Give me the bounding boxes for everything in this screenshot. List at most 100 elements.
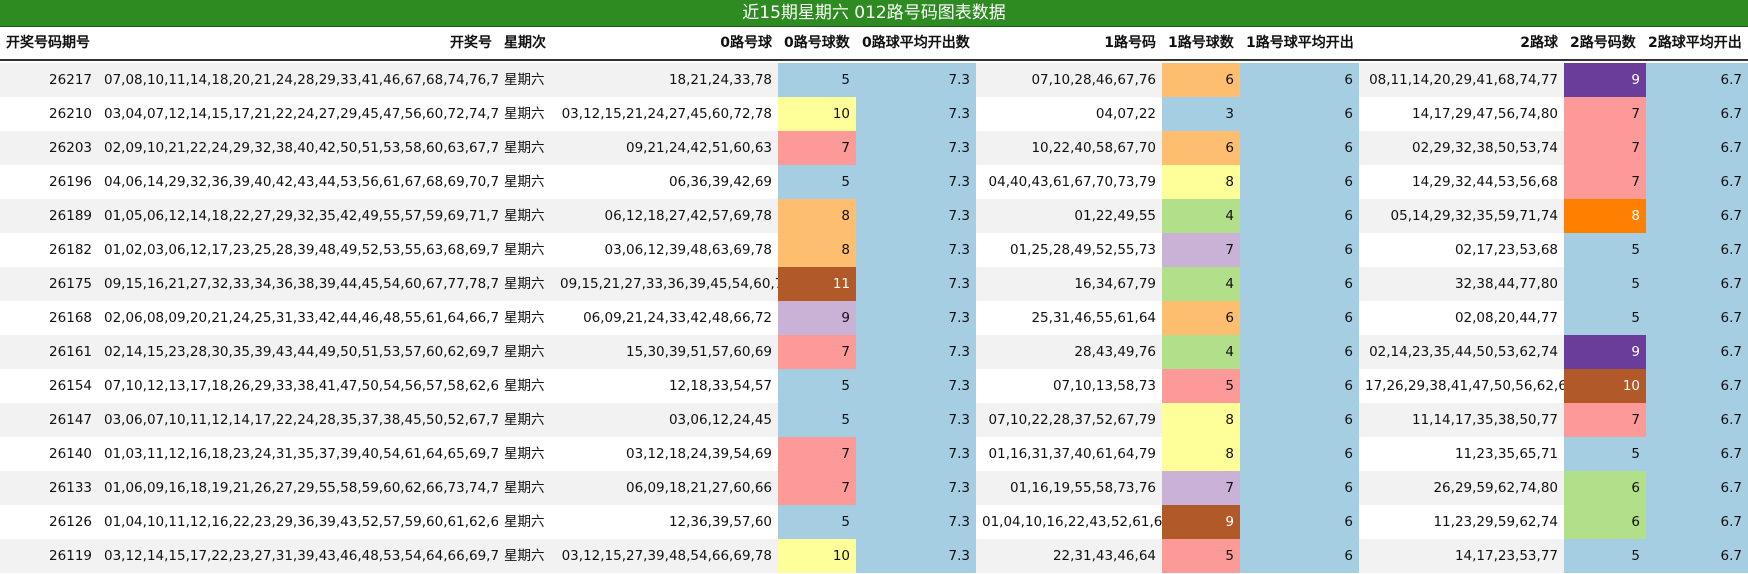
table-row[interactable]: 26161 02,14,15,23,28,30,35,39,43,44,49,50… [0,335,1748,369]
cell-route0-numbers: 15,30,39,51,57,60,69 [626,344,772,360]
cell-weekday: 星期六 [504,344,545,360]
cell-route2-count: 7 [1564,165,1646,199]
table-row[interactable]: 26182 01,02,03,06,12,17,23,25,28,39,48,49… [0,233,1748,267]
cell-route0-count: 5 [778,369,856,403]
cell-route2-avg: 6.7 [1646,301,1748,335]
cell-route2-numbers: 14,17,29,47,56,74,80 [1412,106,1558,122]
header-route0-count[interactable]: 0路号球数 [778,27,856,59]
cell-weekday: 星期六 [504,378,545,394]
cell-route0-avg: 7.3 [856,165,976,199]
cell-route2-count: 5 [1564,539,1646,573]
cell-route1-count: 5 [1162,369,1240,403]
cell-route0-avg: 7.3 [856,471,976,505]
cell-route1-numbers: 01,25,28,49,52,55,73 [1010,242,1156,258]
cell-route2-numbers: 02,14,23,35,44,50,53,62,74 [1369,344,1558,360]
cell-route1-count: 7 [1162,471,1240,505]
cell-period: 26168 [49,310,92,326]
cell-route0-avg: 7.3 [856,505,976,539]
header-route2-numbers[interactable]: 2路球 [1359,27,1564,59]
cell-weekday: 星期六 [504,242,545,258]
table-row[interactable]: 26189 01,05,06,12,14,18,22,27,29,32,35,42… [0,199,1748,233]
table-row[interactable]: 26154 07,10,12,13,17,18,26,29,33,38,41,47… [0,369,1748,403]
table-row[interactable]: 26196 04,06,14,29,32,36,39,40,42,43,44,53… [0,165,1748,199]
cell-route0-numbers: 12,36,39,57,60 [668,514,772,530]
cell-route0-count: 7 [778,471,856,505]
cell-route2-count: 9 [1564,335,1646,369]
cell-numbers: 03,04,07,12,14,15,17,21,22,24,27,29,45,4… [104,106,498,122]
header-route0-numbers[interactable]: 0路号球 [554,27,778,59]
cell-route1-avg: 6 [1240,97,1359,131]
cell-route1-count: 6 [1162,63,1240,97]
cell-route0-numbers: 09,15,21,27,33,36,39,45,54,60,78 [560,276,778,292]
header-route1-avg[interactable]: 1路号球平均开出 [1240,27,1359,59]
table-row[interactable]: 26147 03,06,07,10,11,12,14,17,22,24,28,35… [0,403,1748,437]
cell-route0-numbers: 03,06,12,39,48,63,69,78 [604,242,772,258]
cell-route1-numbers: 07,10,22,28,37,52,67,79 [988,412,1156,428]
header-route1-count[interactable]: 1路号球数 [1162,27,1240,59]
cell-weekday: 星期六 [504,140,545,156]
cell-route2-numbers: 05,14,29,32,35,59,71,74 [1390,208,1558,224]
cell-route0-avg: 7.3 [856,97,976,131]
cell-period: 26210 [49,106,92,122]
cell-period: 26175 [49,276,92,292]
table-row[interactable]: 26133 01,06,09,16,18,19,21,26,27,29,55,58… [0,471,1748,505]
cell-route0-numbers: 18,21,24,33,78 [668,72,772,88]
cell-weekday: 星期六 [504,106,545,122]
table-row[interactable]: 26140 01,03,11,12,16,18,23,24,31,35,37,39… [0,437,1748,471]
cell-route2-numbers: 11,23,35,65,71 [1454,446,1558,462]
page-title: 近15期星期六 012路号码图表数据 [0,0,1748,27]
cell-route1-count: 6 [1162,131,1240,165]
cell-route2-avg: 6.7 [1646,369,1748,403]
header-numbers[interactable]: 开奖号 [98,27,498,59]
cell-route2-numbers: 02,29,32,38,50,53,74 [1412,140,1558,156]
header-route0-avg[interactable]: 0路球平均开出数 [856,27,976,59]
header-weekday[interactable]: 星期次 [498,27,554,59]
cell-route2-count: 5 [1564,301,1646,335]
cell-route2-avg: 6.7 [1646,403,1748,437]
table-row[interactable]: 26119 03,12,14,15,17,22,23,27,31,39,43,46… [0,539,1748,573]
table-row[interactable]: 26217 07,08,10,11,14,18,20,21,24,28,29,33… [0,63,1748,97]
cell-route1-avg: 6 [1240,131,1359,165]
cell-route0-count: 7 [778,131,856,165]
table-row[interactable]: 26126 01,04,10,11,12,16,22,23,29,36,39,43… [0,505,1748,539]
cell-numbers: 02,09,10,21,22,24,29,32,38,40,42,50,51,5… [104,140,498,156]
cell-route1-count: 4 [1162,335,1240,369]
cell-route2-avg: 6.7 [1646,165,1748,199]
table-row[interactable]: 26168 02,06,08,09,20,21,24,25,31,33,42,44… [0,301,1748,335]
table-row[interactable]: 26175 09,15,16,21,27,32,33,34,36,38,39,44… [0,267,1748,301]
cell-route1-avg: 6 [1240,165,1359,199]
cell-numbers: 02,14,15,23,28,30,35,39,43,44,49,50,51,5… [104,344,498,360]
cell-route1-numbers: 07,10,28,46,67,76 [1031,72,1156,88]
cell-numbers: 07,08,10,11,14,18,20,21,24,28,29,33,41,4… [104,72,498,88]
cell-route1-count: 4 [1162,199,1240,233]
cell-route1-count: 3 [1162,97,1240,131]
cell-route2-avg: 6.7 [1646,233,1748,267]
cell-route2-avg: 6.7 [1646,63,1748,97]
header-route1-numbers[interactable]: 1路号码 [976,27,1162,59]
table-row[interactable]: 26210 03,04,07,12,14,15,17,21,22,24,27,29… [0,97,1748,131]
cell-route0-numbers: 06,12,18,27,42,57,69,78 [604,208,772,224]
cell-route0-numbers: 06,09,21,24,33,42,48,66,72 [583,310,772,326]
header-period[interactable]: 开奖号码期号 [0,27,98,59]
header-route2-count[interactable]: 2路号码数 [1564,27,1646,59]
cell-route2-numbers: 14,29,32,44,53,56,68 [1412,174,1558,190]
cell-route2-avg: 6.7 [1646,471,1748,505]
cell-period: 26217 [49,72,92,88]
cell-route0-numbers: 12,18,33,54,57 [668,378,772,394]
cell-route0-numbers: 03,06,12,24,45 [668,412,772,428]
cell-numbers: 03,12,14,15,17,22,23,27,31,39,43,46,48,5… [104,548,498,564]
cell-route0-avg: 7.3 [856,437,976,471]
cell-route0-avg: 7.3 [856,233,976,267]
header-route2-avg[interactable]: 2路球平均开出 [1646,27,1748,59]
cell-numbers: 01,03,11,12,16,18,23,24,31,35,37,39,40,5… [104,446,498,462]
cell-route0-count: 7 [778,437,856,471]
cell-route1-numbers: 04,07,22 [1095,106,1156,122]
cell-route0-avg: 7.3 [856,539,976,573]
cell-route0-avg: 7.3 [856,369,976,403]
cell-route1-count: 5 [1162,539,1240,573]
cell-route2-count: 6 [1564,505,1646,539]
table-row[interactable]: 26203 02,09,10,21,22,24,29,32,38,40,42,50… [0,131,1748,165]
cell-route2-avg: 6.7 [1646,199,1748,233]
cell-route2-count: 8 [1564,199,1646,233]
cell-route1-avg: 6 [1240,403,1359,437]
